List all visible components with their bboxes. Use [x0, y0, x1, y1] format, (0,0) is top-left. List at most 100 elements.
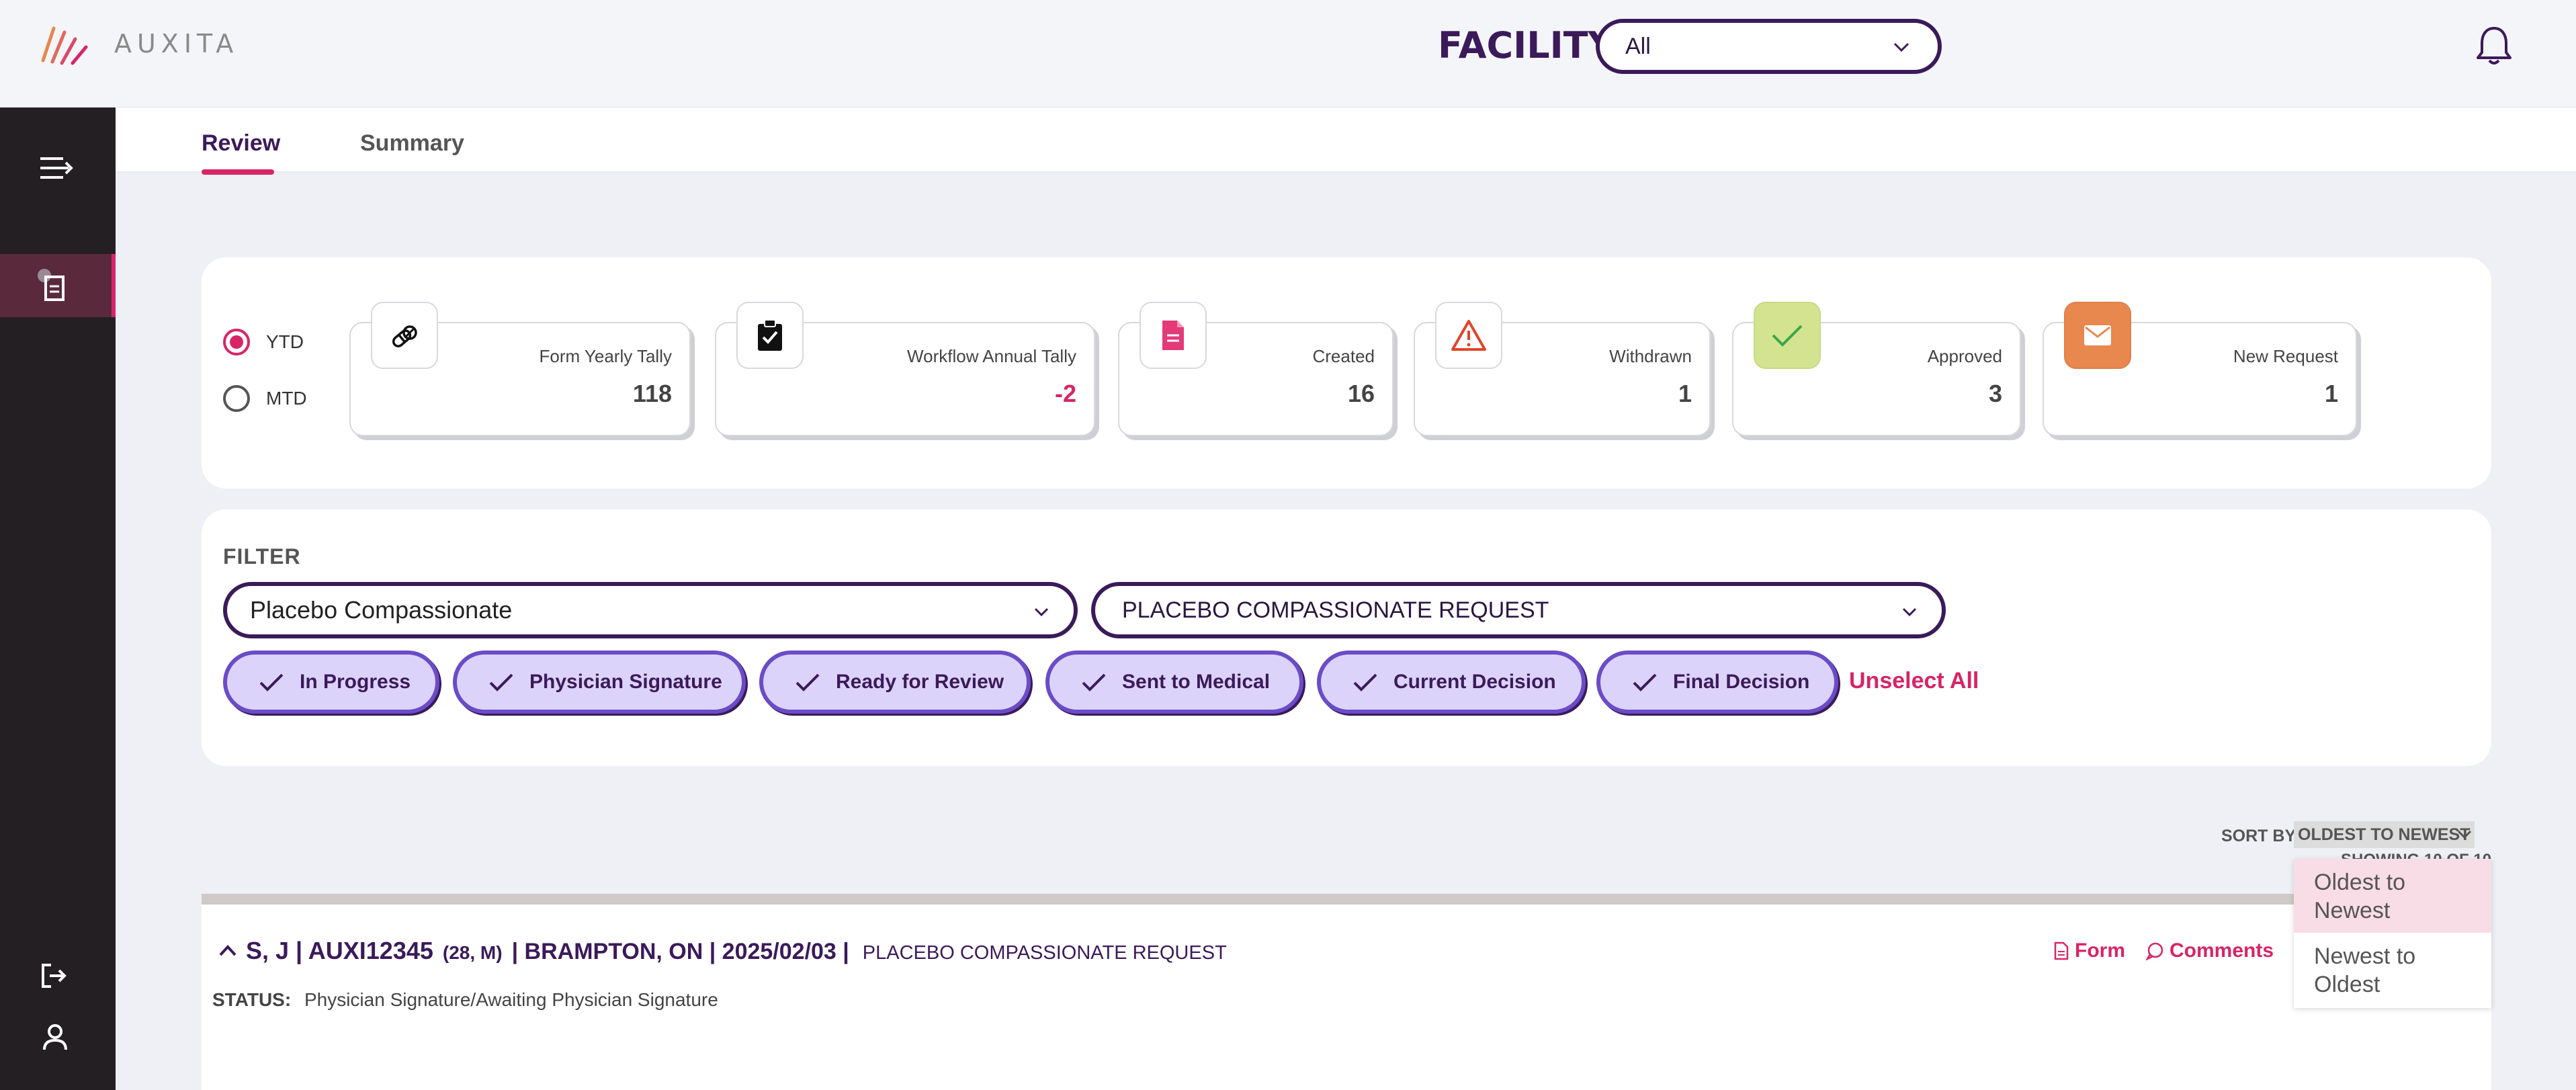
stat-label: Created — [1312, 346, 1375, 366]
form-link-label: Form — [2075, 939, 2125, 962]
stat-badge — [1754, 302, 1821, 369]
comments-link[interactable]: Comments — [2145, 939, 2274, 962]
tab-bar: Review Summary — [116, 108, 2576, 175]
checkmark-icon — [1082, 673, 1106, 691]
stat-value: 1 — [2324, 380, 2338, 407]
record-title: S, J | AUXI12345 — [246, 937, 433, 964]
chip-label: Sent to Medical — [1122, 671, 1271, 693]
stat-badge — [371, 302, 438, 369]
comment-icon — [2145, 942, 2163, 960]
record-header[interactable]: S, J | AUXI12345 (28, M) | BRAMPTON, ON … — [218, 937, 1227, 965]
stat-badge — [1435, 302, 1502, 369]
documents-icon — [38, 269, 65, 301]
chip-in-progress[interactable]: In Progress — [223, 651, 439, 714]
stat-badge — [1140, 302, 1207, 369]
filter-title: FILTER — [223, 544, 301, 569]
radio-ytd[interactable]: YTD — [223, 329, 304, 355]
logo: AUXITA — [38, 20, 239, 67]
stat-label: New Request — [2233, 346, 2338, 366]
record-request-type: PLACEBO COMPASSIONATE REQUEST — [862, 942, 1227, 964]
stat-new-request[interactable]: New Request 1 — [2043, 302, 2357, 436]
facility-select[interactable]: All — [1596, 19, 1942, 74]
radio-mtd[interactable]: MTD — [223, 385, 307, 412]
warning-icon — [1451, 320, 1486, 351]
record-location-date: | BRAMPTON, ON | 2025/02/03 | — [511, 939, 849, 964]
chevron-down-icon — [1893, 42, 1909, 52]
sort-option-oldest[interactable]: Oldest to Newest — [2294, 859, 2491, 933]
active-tab-indicator — [202, 169, 274, 175]
app-header: AUXITA FACILITY All — [0, 0, 2576, 108]
chip-label: Ready for Review — [836, 671, 1004, 693]
radio-mtd-indicator — [223, 385, 250, 412]
sort-option-newest[interactable]: Newest to Oldest — [2294, 933, 2491, 1007]
tab-review[interactable]: Review — [202, 130, 281, 175]
stat-value: 1 — [1678, 380, 1692, 407]
stat-label: Form Yearly Tally — [539, 346, 673, 366]
envelope-icon — [2084, 325, 2111, 345]
logo-text: AUXITA — [114, 29, 239, 58]
stat-label: Approved — [1927, 346, 2002, 366]
stat-form-yearly-tally[interactable]: Form Yearly Tally 118 — [349, 302, 691, 436]
checkmark-icon — [1633, 673, 1657, 691]
comments-link-label: Comments — [2170, 939, 2274, 962]
checkmark-icon — [489, 673, 513, 691]
radio-ytd-indicator — [223, 329, 250, 355]
record-status: STATUS: Physician Signature/Awaiting Phy… — [212, 989, 718, 1011]
sort-select[interactable]: OLDEST TO NEWEST — [2294, 821, 2475, 848]
tab-summary[interactable]: Summary — [360, 130, 464, 157]
chip-final-decision[interactable]: Final Decision — [1596, 651, 1838, 714]
chip-label: Final Decision — [1673, 671, 1810, 693]
tab-review-label: Review — [202, 130, 281, 156]
chip-ready-for-review[interactable]: Ready for Review — [759, 651, 1031, 714]
logout-icon[interactable] — [39, 961, 69, 991]
radio-ytd-label: YTD — [266, 331, 304, 352]
chip-sent-to-medical[interactable]: Sent to Medical — [1045, 651, 1303, 714]
request-type-select[interactable]: PLACEBO COMPASSIONATE REQUEST — [1091, 582, 1946, 638]
record-age-sex: (28, M) — [442, 942, 503, 963]
stat-workflow-annual-tally[interactable]: Workflow Annual Tally -2 — [715, 302, 1095, 436]
status-label: STATUS: — [212, 989, 292, 1010]
chip-label: In Progress — [300, 671, 411, 693]
sort-label: SORT BY — [2221, 827, 2296, 845]
stat-value: 16 — [1347, 380, 1375, 407]
request-type-select-value: PLACEBO COMPASSIONATE REQUEST — [1122, 597, 1549, 623]
record-card: S, J | AUXI12345 (28, M) | BRAMPTON, ON … — [202, 894, 2491, 1090]
stat-value: 3 — [1988, 380, 2002, 407]
chip-physician-signature[interactable]: Physician Signature — [453, 651, 746, 714]
menu-collapse-icon[interactable] — [39, 155, 74, 181]
tab-summary-label: Summary — [360, 130, 464, 156]
stat-approved[interactable]: Approved 3 — [1732, 302, 2021, 436]
form-link[interactable]: Form — [2053, 939, 2125, 962]
status-value: Physician Signature/Awaiting Physician S… — [304, 989, 718, 1010]
sidebar-item-documents[interactable] — [0, 254, 116, 317]
stat-created[interactable]: Created 16 — [1118, 302, 1393, 436]
sort-dropdown-menu: Oldest to Newest Newest to Oldest — [2294, 859, 2491, 1008]
stat-value: -2 — [1054, 380, 1076, 407]
document-icon — [1162, 321, 1184, 350]
check-icon — [1772, 325, 1803, 347]
program-select-value: Placebo Compassionate — [250, 596, 513, 624]
stat-withdrawn[interactable]: Withdrawn 1 — [1414, 302, 1711, 436]
sidebar — [0, 108, 116, 1090]
stat-value: 118 — [632, 380, 672, 407]
chevron-up-icon[interactable] — [218, 941, 238, 959]
facility-label: FACILITY — [1438, 24, 1615, 67]
stat-badge — [736, 302, 804, 369]
checkmark-icon — [259, 673, 284, 691]
unselect-all-link[interactable]: Unselect All — [1849, 668, 1979, 694]
clipboard-check-icon — [758, 319, 782, 351]
chip-label: Physician Signature — [529, 671, 722, 693]
stats-card: YTD MTD Form Yearly Tally 118 Workflow A… — [202, 257, 2491, 489]
chip-label: Current Decision — [1393, 671, 1556, 693]
program-select[interactable]: Placebo Compassionate — [223, 582, 1078, 638]
bell-icon[interactable] — [2474, 24, 2514, 67]
facility-select-value: All — [1625, 33, 1651, 59]
stat-badge — [2064, 302, 2131, 369]
user-icon[interactable] — [42, 1023, 69, 1052]
checkmark-icon — [796, 673, 820, 691]
chevron-down-icon[interactable] — [2455, 825, 2474, 844]
chevron-down-icon — [1034, 607, 1049, 617]
chip-current-decision[interactable]: Current Decision — [1317, 651, 1586, 714]
radio-mtd-label: MTD — [266, 388, 307, 409]
stat-label: Workflow Annual Tally — [907, 346, 1076, 366]
